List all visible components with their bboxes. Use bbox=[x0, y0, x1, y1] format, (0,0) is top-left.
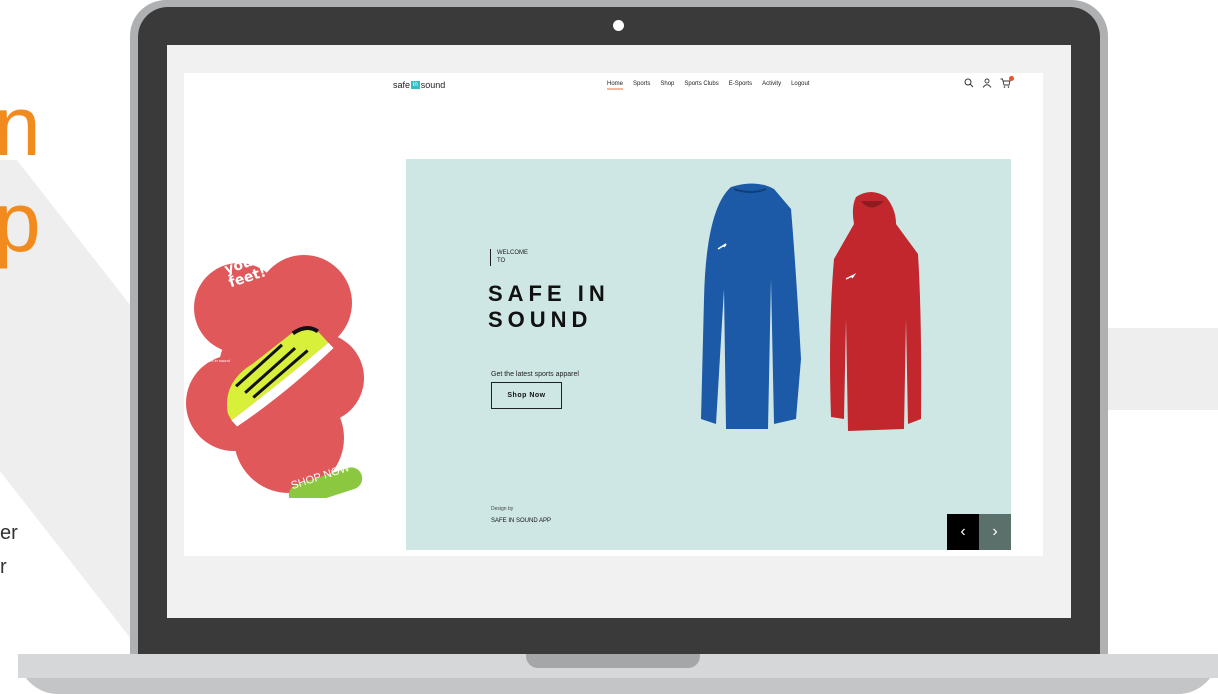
user-icon[interactable] bbox=[982, 78, 992, 88]
nav-item-logout[interactable]: Logout bbox=[791, 81, 809, 90]
design-by-name: SAFE IN SOUND APP bbox=[491, 518, 552, 524]
slider-next-button[interactable]: › bbox=[979, 514, 1011, 550]
logo-text-left: safe bbox=[393, 80, 411, 90]
welcome-line-1: WELCOME bbox=[497, 250, 529, 256]
header-icons bbox=[964, 76, 1014, 88]
main-nav: Home Sports Shop Sports Clubs E-Sports A… bbox=[607, 81, 809, 90]
stage: n p er r safe in sound Home Sports Shop … bbox=[0, 0, 1218, 694]
welcome-line-2: TO bbox=[497, 258, 506, 265]
logo-text-mid: in bbox=[411, 81, 420, 89]
cart-badge bbox=[1009, 76, 1014, 81]
search-icon[interactable] bbox=[964, 78, 974, 88]
web-page: safe in sound Home Sports Shop Sports Cl… bbox=[184, 73, 1043, 556]
nav-item-shop[interactable]: Shop bbox=[660, 81, 674, 90]
red-hoodie bbox=[830, 192, 922, 431]
site-logo[interactable]: safe in sound bbox=[393, 80, 445, 90]
slider-prev-button[interactable]: ‹ bbox=[947, 514, 979, 550]
nav-item-sports-clubs[interactable]: Sports Clubs bbox=[684, 81, 718, 90]
nav-item-home[interactable]: Home bbox=[607, 81, 624, 90]
hero-title-line-2: SOUND bbox=[488, 307, 593, 333]
shop-now-button[interactable]: Shop Now bbox=[491, 382, 562, 409]
side-text-fragment-2: r bbox=[0, 556, 7, 578]
shoe-promo-ad[interactable]: Treat your feet! safe in sound SHOP NOW bbox=[184, 228, 366, 507]
cart-icon[interactable] bbox=[1000, 76, 1014, 88]
logo-text-right: sound bbox=[420, 80, 446, 90]
side-heading-fragment-1: n bbox=[0, 79, 41, 173]
ad-logo: safe in sound bbox=[206, 358, 230, 363]
hero-subtitle: Get the latest sports apparel bbox=[491, 371, 579, 378]
nav-item-activity[interactable]: Activity bbox=[762, 81, 781, 90]
welcome-text: WELCOME TO bbox=[490, 249, 550, 266]
blue-sweatshirt bbox=[701, 183, 801, 429]
apparel-image bbox=[701, 183, 922, 431]
hero-title-line-1: SAFE IN bbox=[488, 281, 610, 306]
laptop-notch bbox=[526, 654, 700, 668]
side-text-fragment-1: er bbox=[0, 522, 18, 544]
shoe-ad-graphic bbox=[186, 255, 364, 507]
design-by-label: Design by bbox=[491, 506, 514, 512]
nav-item-sports[interactable]: Sports bbox=[633, 81, 650, 90]
hero-title: SAFE IN SOUND bbox=[488, 281, 688, 334]
nav-item-e-sports[interactable]: E-Sports bbox=[729, 81, 752, 90]
side-heading-fragment-2: p bbox=[0, 175, 41, 269]
camera-icon bbox=[613, 20, 624, 31]
laptop-screen: safe in sound Home Sports Shop Sports Cl… bbox=[167, 45, 1071, 618]
hero-slider: WELCOME TO SAFE IN SOUND Get the latest … bbox=[406, 159, 1011, 550]
